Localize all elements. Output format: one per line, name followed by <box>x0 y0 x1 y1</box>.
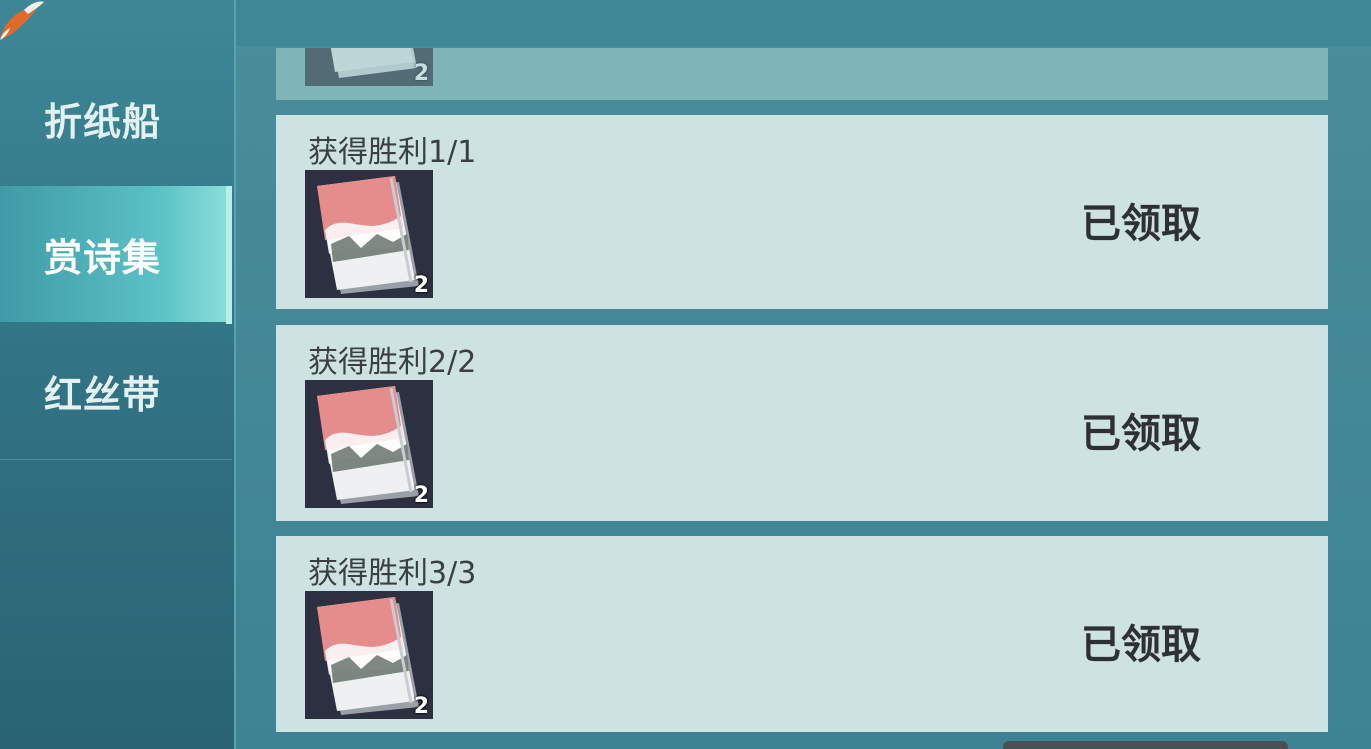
reward-item[interactable]: 2 <box>305 170 433 298</box>
reward-item[interactable]: 2 <box>305 48 433 86</box>
task-card: 获得胜利1/1 2 已领取 <box>276 115 1328 309</box>
claimed-status: 已领取 <box>1081 622 1201 668</box>
sidebar-item-red-ribbon[interactable]: 红丝带 <box>0 324 232 460</box>
bottom-handle[interactable] <box>1003 741 1288 749</box>
claimed-status: 已领取 <box>1081 201 1201 247</box>
task-title: 获得胜利1/1 <box>308 135 477 170</box>
item-quantity: 2 <box>413 694 429 719</box>
task-card: 获得胜利3/3 2 已领取 <box>276 536 1328 732</box>
reward-item[interactable]: 2 <box>305 591 433 719</box>
task-card-partial: 2 <box>276 48 1328 100</box>
category-sidebar: 折纸船 赏诗集 红丝带 <box>0 0 236 749</box>
sidebar-item-poetry-collection[interactable]: 赏诗集 <box>0 186 232 322</box>
item-quantity: 2 <box>413 61 429 86</box>
item-quantity: 2 <box>413 273 429 298</box>
task-list-panel[interactable]: 2 获得胜利1/1 2 已领取 获得胜利2/2 2 已领取 获得胜利3/3 2 … <box>236 0 1371 749</box>
claimed-status: 已领取 <box>1081 411 1201 457</box>
sidebar-item-label: 折纸船 <box>44 99 162 144</box>
selected-indicator <box>226 186 232 324</box>
sidebar-item-label: 赏诗集 <box>44 235 162 280</box>
panel-header-band <box>236 0 1371 46</box>
sidebar-item-label: 红丝带 <box>44 373 162 417</box>
item-quantity: 2 <box>413 483 429 508</box>
task-title: 获得胜利2/2 <box>308 345 477 380</box>
koi-fish-icon <box>0 1 44 40</box>
sidebar-item-paper-boat[interactable]: 折纸船 <box>0 50 232 186</box>
task-title: 获得胜利3/3 <box>308 556 477 591</box>
task-card: 获得胜利2/2 2 已领取 <box>276 325 1328 521</box>
reward-item[interactable]: 2 <box>305 380 433 508</box>
